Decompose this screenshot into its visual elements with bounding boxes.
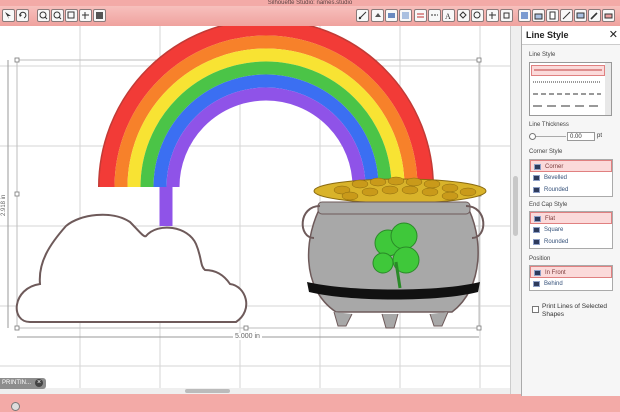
document-tab-label: PRINTIN... [2,380,32,386]
corner-option-bevelled[interactable]: Bevelled [530,172,612,184]
panel-header: Line Style ✕ [522,26,620,45]
line-thickness-label: Line Thickness [529,122,569,128]
text-style-button[interactable]: A [442,9,455,22]
zoom-box-button[interactable] [65,9,78,22]
end-cap-style-list: Flat Square Rounded [529,211,613,249]
line-thickness-unit: pt [597,133,603,139]
round-corner-icon [533,187,540,193]
close-tab-icon[interactable]: × [35,379,43,387]
send-to-cutter-button[interactable] [574,9,587,22]
modify-button[interactable] [486,9,499,22]
cloud-shape[interactable] [15,213,248,323]
vertical-scroll-thumb[interactable] [513,176,518,236]
vertical-scrollbar[interactable] [510,26,521,394]
svg-text:A: A [445,12,451,20]
line-thickness-input[interactable]: 0.00 [567,132,595,141]
canvas-height-label: 2.918 in [1,194,7,216]
line-thickness-track [533,136,566,137]
round-cap-icon [533,239,540,245]
fit-page-button[interactable] [93,9,106,22]
line-style-scrollbar[interactable] [605,62,612,116]
print-lines-checkbox[interactable] [532,306,539,313]
line-style-button[interactable] [428,9,441,22]
behind-icon [533,281,540,287]
endcap-option-flat[interactable]: Flat [530,212,612,224]
eraser-tool-button[interactable] [602,9,615,22]
status-bar [0,394,620,412]
canvas-width-label: 5.000 in [233,333,262,340]
page-setup-button[interactable] [546,9,559,22]
corner-option-corner[interactable]: Corner [530,160,612,172]
gradient-button[interactable] [385,9,398,22]
bevel-icon [533,175,540,181]
endcap-option-square[interactable]: Square [530,224,612,236]
horizontal-scroll-thumb[interactable] [185,389,230,393]
line-color-button[interactable] [414,9,427,22]
close-panel-icon[interactable]: ✕ [609,28,618,41]
settings-icon[interactable] [11,402,20,411]
flat-cap-icon [534,216,541,222]
corner-style-label: Corner Style [529,149,563,155]
position-list: In Front Behind [529,265,613,291]
end-cap-style-label: End Cap Style [529,202,568,208]
edit-points-button[interactable] [356,9,369,22]
position-label: Position [529,256,551,262]
print-lines-label: Print Lines of Selected Shapes [542,303,608,318]
pencil-tool-button[interactable] [588,9,601,22]
trace-button[interactable] [518,9,531,22]
toolbar: A [0,6,620,27]
in-front-icon [534,270,541,276]
document-tab[interactable]: PRINTIN... × [0,378,46,389]
corner-icon [534,164,541,170]
select-tool-button[interactable] [2,9,15,22]
corner-option-rounded[interactable]: Rounded [530,184,612,196]
line-style-list[interactable] [529,62,607,116]
layers-button[interactable] [532,9,545,22]
panel-title: Line Style [526,30,569,40]
line-thickness-slider[interactable] [529,133,536,140]
cut-settings-button[interactable] [560,9,573,22]
pan-button[interactable] [79,9,92,22]
pot-of-gold-shape[interactable] [301,176,487,329]
line-style-panel: Line Style ✕ Line Style Line Thickness C… [521,26,620,396]
transform-button[interactable] [457,9,470,22]
line-style-long-dash[interactable] [531,102,605,113]
square-cap-icon [533,227,540,233]
zoom-out-button[interactable] [51,9,64,22]
fill-color-button[interactable] [371,9,384,22]
position-option-in-front[interactable]: In Front [530,266,612,278]
offset-button[interactable] [500,9,513,22]
undo-button[interactable] [16,9,29,22]
line-style-solid[interactable] [531,65,605,76]
position-option-behind[interactable]: Behind [530,278,612,290]
endcap-option-rounded[interactable]: Rounded [530,236,612,248]
pattern-button[interactable] [399,9,412,22]
corner-style-list: Corner Bevelled Rounded [529,159,613,197]
replicate-button[interactable] [471,9,484,22]
line-style-label: Line Style [529,52,556,58]
design-canvas[interactable]: 2.918 in 5.000 in [0,26,510,394]
line-style-dashed[interactable] [531,90,605,101]
line-style-dotted[interactable] [531,78,605,89]
zoom-in-button[interactable] [37,9,50,22]
